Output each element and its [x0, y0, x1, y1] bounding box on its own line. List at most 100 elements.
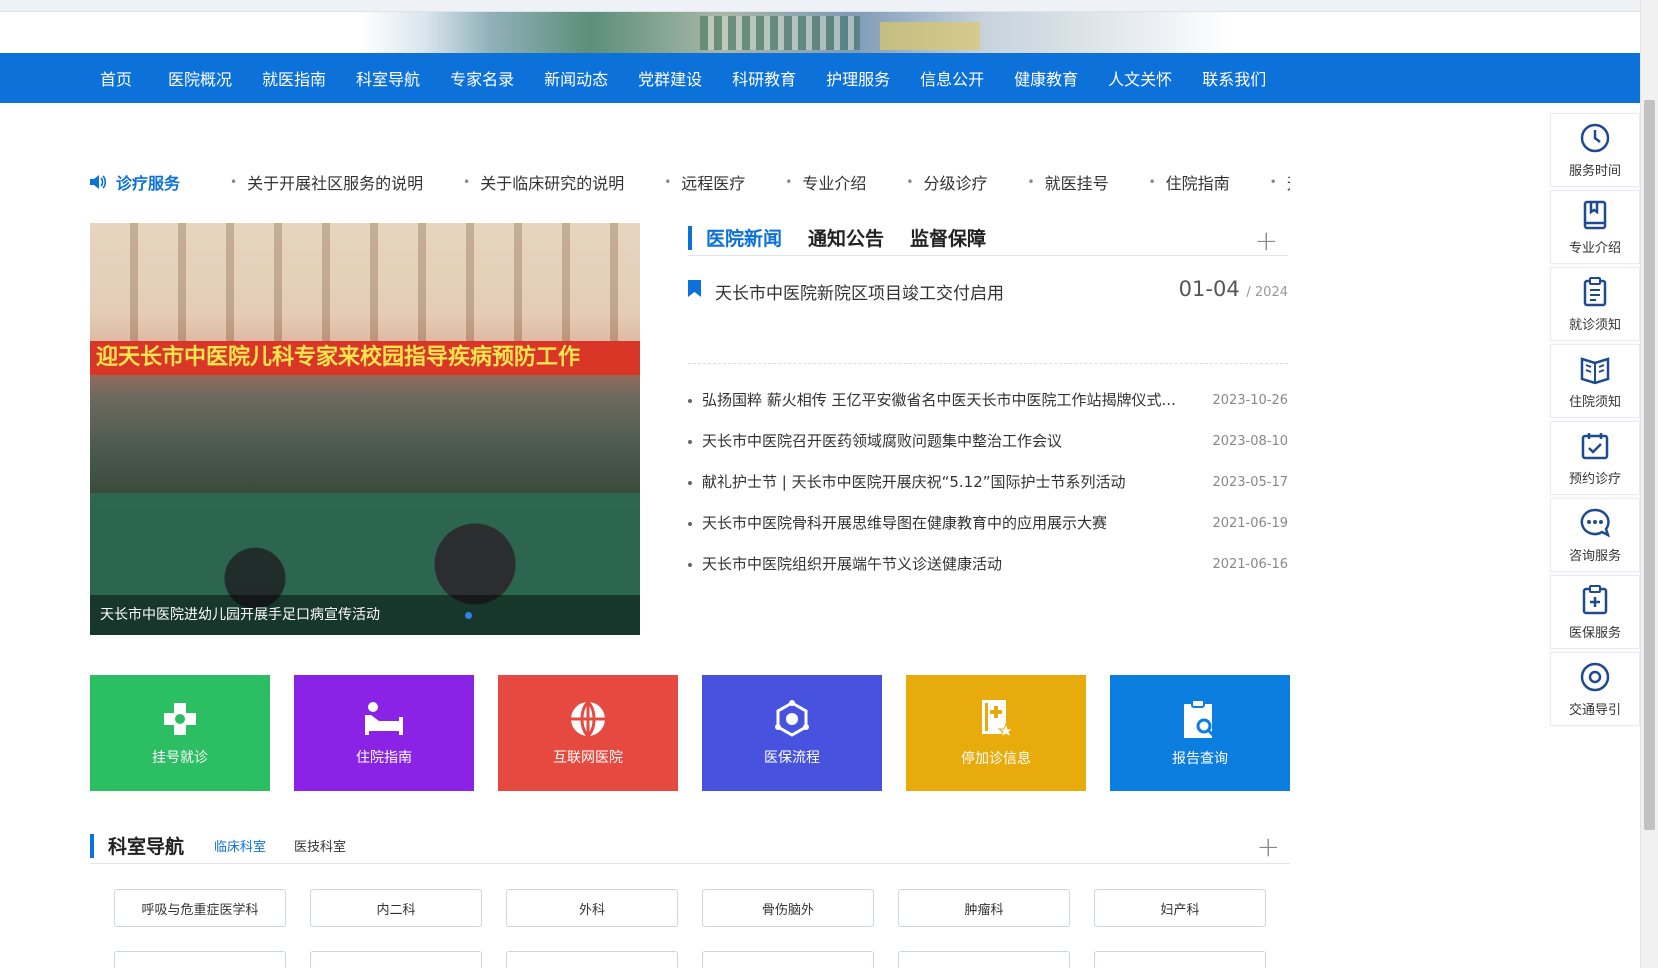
- tile-schedule-change[interactable]: 停加诊信息: [906, 675, 1086, 791]
- nav-item-care[interactable]: 人文关怀: [1108, 66, 1172, 90]
- slider-photo-building: [90, 223, 640, 343]
- nav-item-overview[interactable]: 医院概况: [168, 66, 232, 90]
- department-grid: 呼吸与危重症医学科 内二科 外科 骨伤脑外 肿瘤科 妇产科: [114, 889, 1290, 968]
- side-item-label: 住院须知: [1568, 394, 1621, 410]
- tab-medtech-departments[interactable]: 医技科室: [294, 836, 346, 855]
- news-tabs: 医院新闻 通知公告 监督保障 +: [688, 220, 1288, 257]
- department-button[interactable]: [506, 951, 678, 968]
- nav-item-health-edu[interactable]: 健康教育: [1014, 66, 1078, 90]
- nav-item-nursing[interactable]: 护理服务: [826, 66, 890, 90]
- department-button[interactable]: [114, 951, 286, 968]
- news-item-title[interactable]: 天长市中医院骨科开展思维导图在健康教育中的应用展示大赛: [702, 503, 1107, 544]
- service-link[interactable]: 住院指南: [1149, 170, 1230, 194]
- department-button[interactable]: 内二科: [310, 889, 482, 927]
- service-link[interactable]: 就医挂号: [1027, 170, 1109, 194]
- nav-item-contact[interactable]: 联系我们: [1202, 66, 1266, 90]
- more-plus-icon[interactable]: +: [1257, 830, 1280, 863]
- side-item-specialty-intro[interactable]: 专业介绍: [1550, 190, 1640, 264]
- tile-internet-hospital[interactable]: 互联网医院: [498, 675, 678, 791]
- news-item-date: 2023-08-10: [1212, 434, 1288, 449]
- headline-day: 01-04: [1178, 277, 1240, 301]
- nav-item-research[interactable]: 科研教育: [732, 66, 796, 90]
- side-item-label: 服务时间: [1568, 163, 1621, 179]
- news-item-title[interactable]: 天长市中医院组织开展端午节义诊送健康活动: [702, 544, 1002, 585]
- tab-clinical-departments[interactable]: 临床科室: [214, 836, 266, 855]
- nav-item-departments[interactable]: 科室导航: [356, 66, 420, 90]
- slider-dot[interactable]: [465, 612, 472, 619]
- slider-caption[interactable]: 天长市中医院进幼儿园开展手足口病宣传活动: [100, 604, 380, 624]
- headline-news[interactable]: 天长市中医院新院区项目竣工交付启用 01-04 / 2024: [688, 256, 1288, 364]
- news-photo-slider[interactable]: 迎天长市中医院儿科专家来校园指导疾病预防工作 天长市中医院进幼儿园开展手足口病宣…: [90, 223, 640, 635]
- department-nav-title: 科室导航: [108, 836, 185, 858]
- side-item-inpatient-notes[interactable]: 住院须知: [1550, 344, 1640, 418]
- news-item[interactable]: 献礼护士节 | 天长市中医院开展庆祝“5.12”国际护士节系列活动 2023-05…: [688, 462, 1288, 503]
- service-link[interactable]: 分级诊疗: [906, 170, 987, 194]
- news-item-title[interactable]: 献礼护士节 | 天长市中医院开展庆祝“5.12”国际护士节系列活动: [702, 462, 1126, 503]
- department-button[interactable]: 妇产科: [1094, 889, 1266, 927]
- more-plus-icon[interactable]: +: [1255, 224, 1278, 257]
- service-link[interactable]: 天: [1270, 170, 1290, 194]
- news-item[interactable]: 弘扬国粹 薪火相传 王亿平安徽省名中医天长市中医院工作站揭牌仪式... 2023-…: [688, 380, 1288, 421]
- slider-photo-banner: 迎天长市中医院儿科专家来校园指导疾病预防工作: [90, 341, 640, 375]
- nav-item-guide[interactable]: 就医指南: [262, 66, 326, 90]
- nav-item-party[interactable]: 党群建设: [638, 66, 702, 90]
- department-button[interactable]: [1094, 951, 1266, 968]
- tile-label: 停加诊信息: [961, 751, 1031, 767]
- browser-top-strip: [0, 0, 1640, 12]
- nav-item-home[interactable]: 首页: [100, 66, 132, 90]
- department-button[interactable]: 骨伤脑外: [702, 889, 874, 927]
- service-link[interactable]: 关于临床研究的说明: [463, 170, 624, 194]
- news-item[interactable]: 天长市中医院组织开展端午节义诊送健康活动 2021-06-16: [688, 544, 1288, 585]
- service-link[interactable]: 关于开展社区服务的说明: [230, 170, 423, 194]
- side-item-service-hours[interactable]: 服务时间: [1550, 113, 1640, 187]
- speaker-icon: [90, 175, 107, 189]
- service-lead-label: 诊疗服务: [116, 174, 181, 193]
- department-button[interactable]: [702, 951, 874, 968]
- headline-title[interactable]: 天长市中医院新院区项目竣工交付启用: [715, 279, 1004, 304]
- network-icon: [775, 700, 809, 737]
- clock-icon: [1580, 123, 1610, 152]
- department-button[interactable]: [310, 951, 482, 968]
- nav-item-news[interactable]: 新闻动态: [544, 66, 608, 90]
- department-button[interactable]: [898, 951, 1070, 968]
- side-item-consultation[interactable]: 咨询服务: [1550, 498, 1640, 572]
- tile-insurance-process[interactable]: 医保流程: [702, 675, 882, 791]
- side-item-traffic-guide[interactable]: 交通导引: [1550, 652, 1640, 726]
- department-button[interactable]: 呼吸与危重症医学科: [114, 889, 286, 927]
- news-item[interactable]: 天长市中医院召开医药领域腐败问题集中整治工作会议 2023-08-10: [688, 421, 1288, 462]
- tile-inpatient-guide[interactable]: 住院指南: [294, 675, 474, 791]
- tab-hospital-news[interactable]: 医院新闻: [706, 224, 782, 251]
- side-item-label: 预约诊疗: [1568, 471, 1621, 487]
- clipboard-search-icon: [1184, 699, 1216, 738]
- department-nav-header: 科室导航 临床科室 医技科室 +: [90, 828, 1290, 864]
- book-icon: [1583, 200, 1607, 229]
- news-item-date: 2023-10-26: [1212, 393, 1288, 408]
- service-link[interactable]: 专业介绍: [785, 170, 866, 194]
- side-item-visit-notes[interactable]: 就诊须知: [1550, 267, 1640, 341]
- tab-notices[interactable]: 通知公告: [808, 224, 884, 251]
- tile-label: 互联网医院: [553, 750, 623, 766]
- side-item-appointment[interactable]: 预约诊疗: [1550, 421, 1640, 495]
- chat-bubble-icon: [1580, 508, 1611, 537]
- news-item[interactable]: 天长市中医院骨科开展思维导图在健康教育中的应用展示大赛 2021-06-19: [688, 503, 1288, 544]
- scrollbar-thumb[interactable]: [1644, 100, 1655, 830]
- tile-label: 挂号就诊: [152, 750, 208, 766]
- location-pin-icon: [1580, 662, 1610, 691]
- department-button[interactable]: 外科: [506, 889, 678, 927]
- side-item-insurance[interactable]: 医保服务: [1550, 575, 1640, 649]
- service-link[interactable]: 远程医疗: [664, 170, 745, 194]
- tab-supervision[interactable]: 监督保障: [910, 224, 986, 251]
- page-scrollbar[interactable]: [1640, 0, 1658, 968]
- side-item-label: 就诊须知: [1568, 317, 1621, 333]
- department-button[interactable]: 肿瘤科: [898, 889, 1070, 927]
- tile-registration[interactable]: 挂号就诊: [90, 675, 270, 791]
- news-item-date: 2023-05-17: [1212, 475, 1288, 490]
- main-nav: 首页 医院概况 就医指南 科室导航 专家名录 新闻动态 党群建设 科研教育 护理…: [0, 53, 1640, 103]
- tile-report-query[interactable]: 报告查询: [1110, 675, 1290, 791]
- side-item-label: 医保服务: [1568, 625, 1621, 641]
- nav-item-experts[interactable]: 专家名录: [450, 66, 514, 90]
- news-item-title[interactable]: 天长市中医院召开医药领域腐败问题集中整治工作会议: [702, 421, 1062, 462]
- news-item-title[interactable]: 弘扬国粹 薪火相传 王亿平安徽省名中医天长市中医院工作站揭牌仪式...: [702, 380, 1176, 421]
- news-item-date: 2021-06-16: [1212, 557, 1288, 572]
- nav-item-disclosure[interactable]: 信息公开: [920, 66, 984, 90]
